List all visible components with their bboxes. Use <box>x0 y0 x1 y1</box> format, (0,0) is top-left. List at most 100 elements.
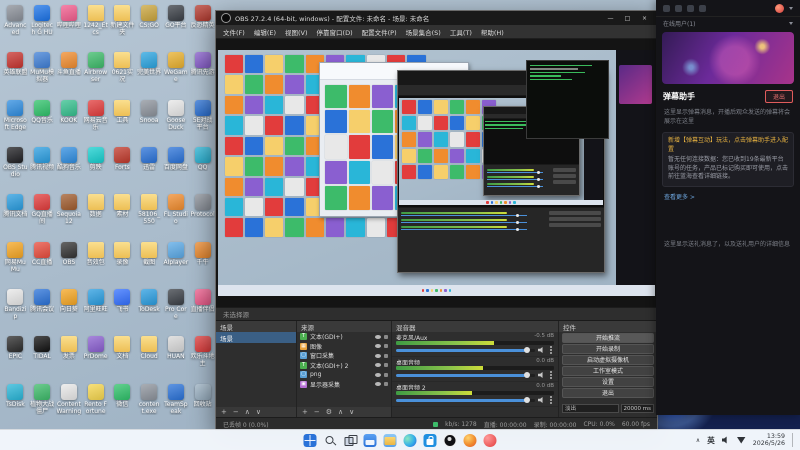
desktop-icon[interactable]: 回收站 <box>189 381 216 428</box>
slider-knob[interactable] <box>523 347 530 353</box>
desktop-icon[interactable]: 网易MuMu <box>2 239 29 286</box>
desktop-icon[interactable]: 斗鱼直播 <box>56 49 83 96</box>
desktop-icon[interactable]: 数据 <box>82 191 109 238</box>
scenes-footer-button[interactable]: − <box>233 408 239 416</box>
obs-menu-item[interactable]: 工具(T) <box>450 27 472 37</box>
scenes-footer-button[interactable]: ∧ <box>245 408 250 416</box>
obs-menu-item[interactable]: 文件(F) <box>223 27 245 37</box>
desktop-icon[interactable]: Cloud <box>136 333 163 380</box>
minimize-button[interactable]: — <box>603 12 618 25</box>
source-item[interactable]: T 文本(GDI+) 2 <box>297 361 391 371</box>
close-button[interactable]: × <box>637 12 652 25</box>
desktop-icon[interactable]: TsDisk <box>2 381 29 428</box>
desktop-icon[interactable]: Sequoia 12 <box>56 191 83 238</box>
desktop-icon[interactable]: Advanced <box>2 2 29 49</box>
desktop-icon[interactable]: CC直播 <box>29 239 56 286</box>
taskbar-task-view-icon[interactable] <box>344 434 358 447</box>
desktop-icon[interactable]: 音效包 <box>82 239 109 286</box>
obs-menu-item[interactable]: 配置文件(P) <box>362 27 397 37</box>
network-icon[interactable] <box>736 436 746 444</box>
speaker-icon[interactable] <box>538 397 543 403</box>
sources-footer-button[interactable]: ∧ <box>338 408 343 416</box>
obs-menu-item[interactable]: 场景集合(S) <box>406 27 441 37</box>
lock-icon[interactable] <box>384 382 388 387</box>
studio-mode-button[interactable]: 工作室模式 <box>562 366 654 376</box>
desktop-icon[interactable]: 哔哩哔哩 <box>56 2 83 49</box>
notice-card[interactable]: 新增【弹幕互动】玩法，点击弹幕助手进入配置 暂无任何连接数据：您已收到19条最新… <box>662 132 794 187</box>
desktop-icon[interactable]: 1242_Etcs <box>82 2 109 49</box>
desktop-icon[interactable]: 飞书 <box>109 286 136 333</box>
desktop-icon[interactable]: 植物大战僵尸 <box>29 381 56 428</box>
promo-banner[interactable] <box>662 32 794 84</box>
taskbar-edge-icon[interactable] <box>403 433 417 447</box>
bell-icon[interactable] <box>699 4 706 12</box>
sources-footer-button[interactable]: + <box>302 408 308 416</box>
desktop-icon[interactable]: 剪映 <box>82 144 109 191</box>
desktop-icon[interactable]: Logitech G HUB <box>29 2 56 49</box>
desktop-icon[interactable]: Airbrowser <box>82 49 109 96</box>
slider-knob[interactable] <box>523 372 530 378</box>
avatar[interactable] <box>775 3 784 13</box>
taskbar-widgets-icon[interactable] <box>363 433 377 447</box>
sources-footer-button[interactable]: − <box>314 408 320 416</box>
desktop-icon[interactable]: QQ <box>189 144 216 191</box>
desktop-icon[interactable]: MuMu模拟器 <box>29 49 56 96</box>
desktop-icon[interactable]: content.exe <box>136 381 163 428</box>
desktop-icon[interactable]: 58106_550 <box>136 191 163 238</box>
slider-knob[interactable] <box>523 397 530 403</box>
show-desktop-button[interactable] <box>792 433 796 447</box>
sources-footer-button[interactable]: ∨ <box>349 408 354 416</box>
taskbar-firefox-icon[interactable] <box>463 433 477 447</box>
source-item[interactable]: T 文本(GDI+) <box>297 332 391 342</box>
desktop-icon[interactable]: CS:GO <box>136 2 163 49</box>
desktop-icon[interactable]: 百度网盘 <box>163 144 190 191</box>
desktop-icon[interactable]: 素材 <box>109 191 136 238</box>
source-item[interactable]: ▢ 窗口采集 <box>297 351 391 361</box>
lock-icon[interactable] <box>384 353 388 358</box>
chevron-down-icon[interactable] <box>789 22 793 25</box>
lock-icon[interactable] <box>384 334 388 339</box>
exit-button[interactable]: 退出 <box>562 388 654 398</box>
obs-menu-item[interactable]: 编辑(E) <box>254 27 276 37</box>
speaker-icon[interactable] <box>538 372 543 378</box>
desktop-icon[interactable]: Rento Fortune <box>82 381 109 428</box>
desktop-icon[interactable]: 截图 <box>136 239 163 286</box>
desktop-icon[interactable]: QQ音乐 <box>29 97 56 144</box>
desktop-icon[interactable]: 0621实况 <box>109 49 136 96</box>
settings-button[interactable]: 设置 <box>562 377 654 387</box>
desktop-icon[interactable]: FL Studio <box>163 191 190 238</box>
desktop-icon[interactable]: HUAN <box>163 333 190 380</box>
obs-menu-item[interactable]: 帮助(H) <box>481 27 504 37</box>
desktop-icon[interactable]: 反恐精英 <box>189 2 216 49</box>
scene-item[interactable]: 场景 <box>216 332 296 343</box>
desktop-icon[interactable]: 向日葵 <box>56 286 83 333</box>
desktop-icon[interactable]: Microsoft Edge <box>2 97 29 144</box>
desktop-icon[interactable]: Pro Core <box>163 286 190 333</box>
lock-icon[interactable] <box>384 372 388 377</box>
desktop-icon[interactable]: OBS Studio <box>2 144 29 191</box>
desktop-icon[interactable]: 腾讯会议 <box>29 286 56 333</box>
desktop-icon[interactable]: 酷狗音乐 <box>56 144 83 191</box>
ime-indicator[interactable]: 英 <box>707 435 715 446</box>
visibility-eye-icon[interactable] <box>375 344 381 349</box>
desktop-icon[interactable]: Goose Duck <box>163 97 190 144</box>
desktop-icon[interactable]: AIplayer <box>163 239 190 286</box>
scenes-footer-button[interactable]: + <box>221 408 227 416</box>
desktop-icon[interactable]: 直播伴侣 <box>189 286 216 333</box>
transition-duration-field[interactable]: 20000 ms <box>620 404 654 413</box>
desktop-icon[interactable]: 网易云音乐 <box>82 97 109 144</box>
desktop-icon[interactable]: WeGame <box>163 49 190 96</box>
desktop-icon[interactable]: 微信 <box>109 381 136 428</box>
taskbar-start-icon[interactable] <box>303 433 317 447</box>
volume-icon[interactable] <box>721 436 727 444</box>
music-icon[interactable] <box>675 4 682 12</box>
tray-expand-icon[interactable]: ∧ <box>696 437 700 444</box>
speaker-icon[interactable] <box>538 347 543 353</box>
scenes-footer-button[interactable]: ∨ <box>256 408 261 416</box>
obs-menu-item[interactable]: 停靠窗口(D) <box>317 27 353 37</box>
desktop-icon[interactable]: EPIC <box>2 333 29 380</box>
channel-menu-icon[interactable] <box>550 374 552 376</box>
taskbar-obs-icon[interactable] <box>443 433 457 447</box>
desktop-icon[interactable]: 新建文件夹 <box>109 2 136 49</box>
desktop-icon[interactable]: TeamSpeak <box>163 381 190 428</box>
